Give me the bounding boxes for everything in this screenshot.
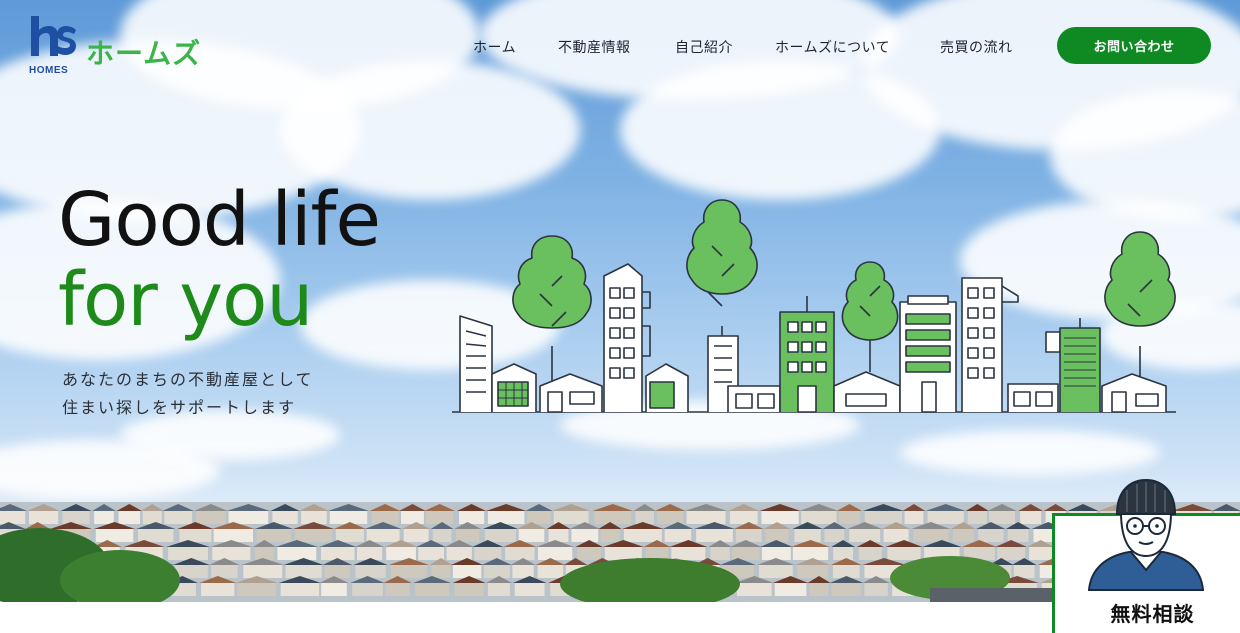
main-nav: ホーム 不動産情報 自己紹介 ホームズについて 売買の流れ — [0, 37, 1240, 57]
nav-item-self-intro[interactable]: 自己紹介 — [675, 37, 733, 57]
man-with-glasses-beanie-avatar — [1087, 478, 1205, 591]
city-skyline-with-trees-icon — [452, 199, 1176, 413]
contact-button[interactable]: お問い合わせ — [1057, 27, 1211, 64]
hero-title-line1: Good life — [58, 177, 381, 263]
hero-subtitle-line2: 住まい探しをサポートします — [62, 398, 297, 417]
free-consult-label: 無料相談 — [1110, 602, 1195, 626]
nav-item-home[interactable]: ホーム — [473, 37, 516, 57]
nav-item-property-info[interactable]: 不動産情報 — [558, 37, 631, 57]
hero-subtitle: あなたのまちの不動産屋として 住まい探しをサポートします — [62, 366, 314, 422]
hero-title-line2: for you — [58, 257, 313, 343]
nav-item-trade-flow[interactable]: 売買の流れ — [940, 37, 1013, 57]
hero-subtitle-line1: あなたのまちの不動産屋として — [62, 370, 314, 389]
content-bar — [0, 602, 932, 633]
logo-homes-text: HOMES — [29, 65, 69, 76]
nav-item-about-homes[interactable]: ホームズについて — [775, 37, 890, 57]
